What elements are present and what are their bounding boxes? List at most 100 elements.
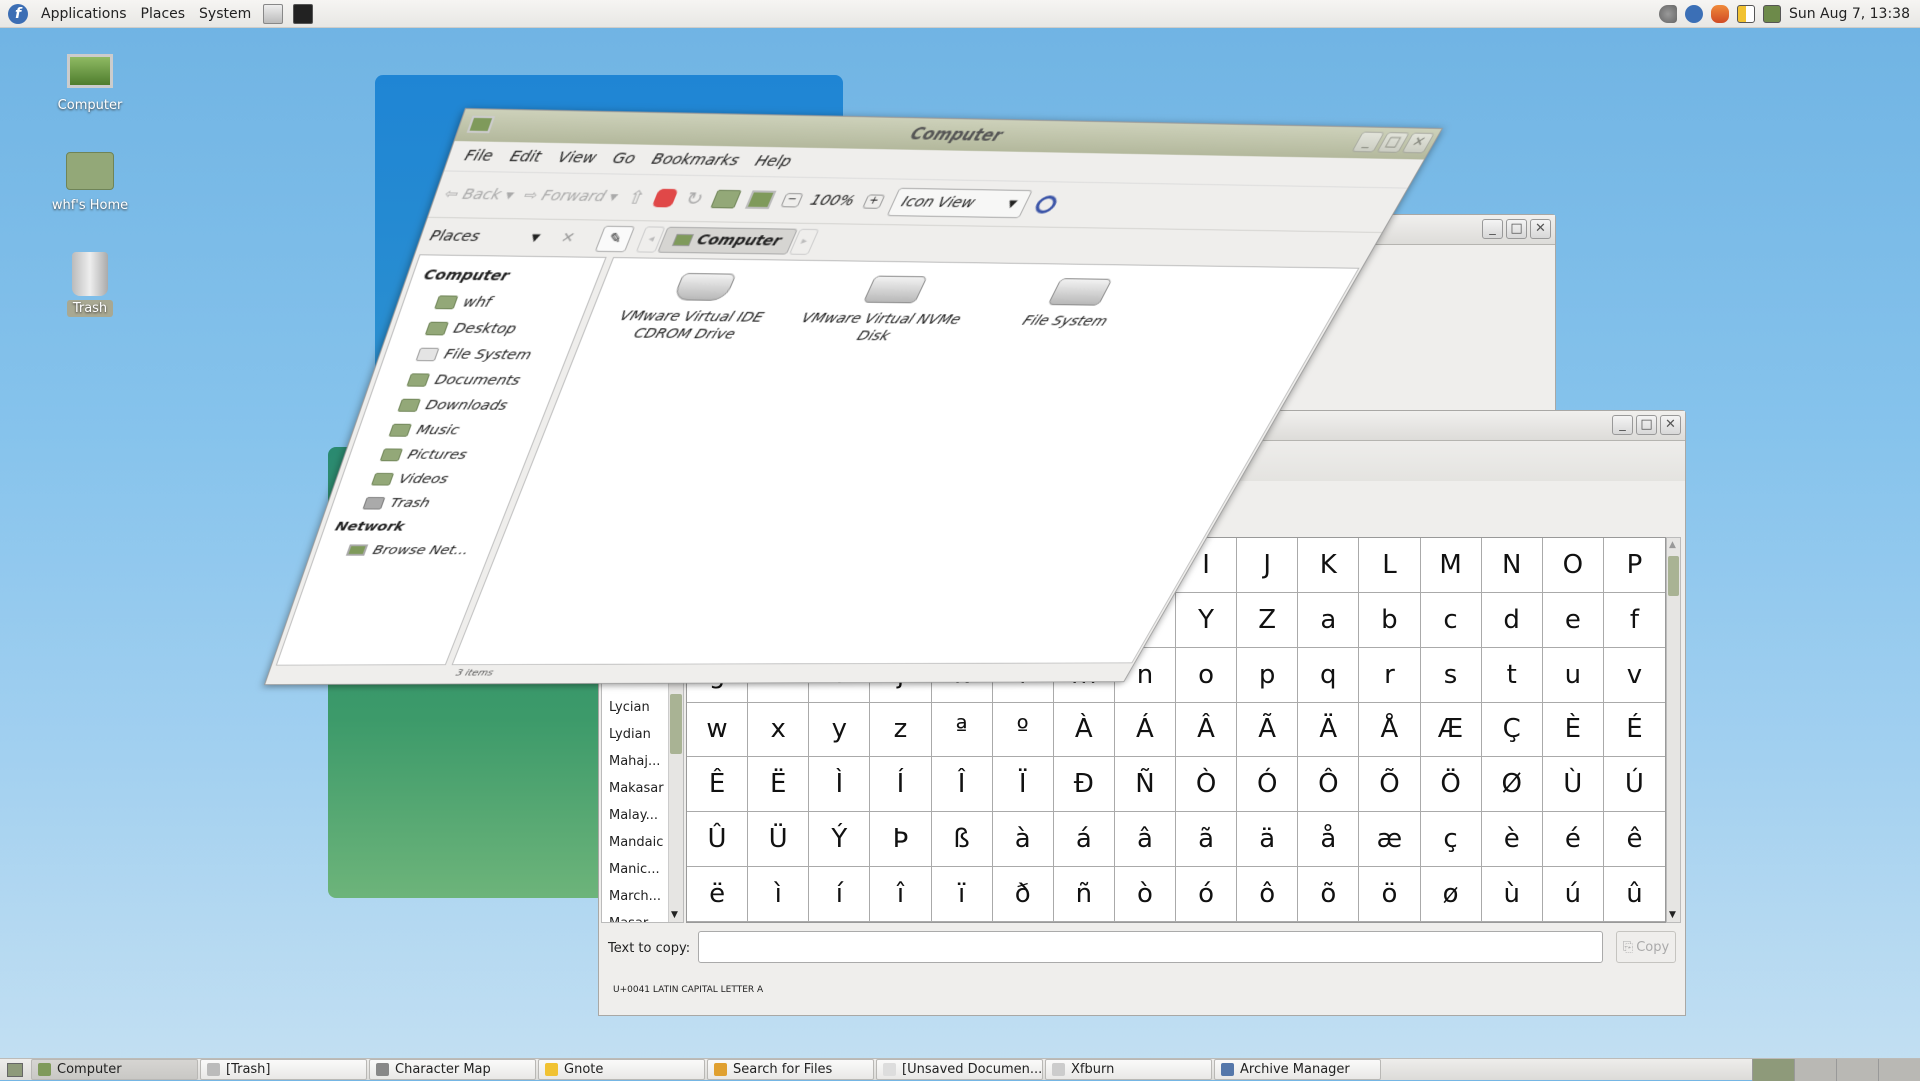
character-cell[interactable]: Á [1115, 703, 1176, 758]
character-cell[interactable]: Ù [1543, 757, 1604, 812]
menu-view[interactable]: View [548, 147, 606, 169]
character-cell[interactable]: Å [1359, 703, 1420, 758]
character-cell[interactable]: Ë [748, 757, 809, 812]
up-arrow-icon[interactable]: ⇧ [624, 187, 649, 209]
menu-edit[interactable]: Edit [500, 146, 551, 168]
character-cell[interactable]: J [1237, 538, 1298, 593]
menu-go[interactable]: Go [603, 148, 646, 169]
scrollbar-thumb[interactable] [1668, 556, 1679, 596]
file-item-nvme[interactable]: VMware Virtual NVMe Disk [786, 275, 985, 346]
bluetooth-icon[interactable] [1685, 5, 1703, 23]
zoom-in-icon[interactable]: + [862, 194, 886, 208]
maximize-button[interactable]: □ [1636, 415, 1657, 435]
edit-location-button[interactable]: ✎ [595, 226, 636, 253]
menu-help[interactable]: Help [745, 151, 802, 173]
character-cell[interactable]: Í [870, 757, 931, 812]
character-cell[interactable]: í [809, 867, 870, 922]
forward-button[interactable]: ⇨ Forward ▾ [521, 188, 620, 206]
file-cabinet-icon[interactable] [263, 4, 283, 24]
character-cell[interactable]: Ô [1298, 757, 1359, 812]
volume-icon[interactable] [1659, 5, 1677, 23]
character-cell[interactable]: À [1054, 703, 1115, 758]
file-item-filesystem[interactable]: File System [979, 277, 1170, 331]
taskbar-button[interactable]: [Unsaved Documen... [876, 1059, 1043, 1080]
character-cell[interactable]: Â [1176, 703, 1237, 758]
character-cell[interactable]: É [1604, 703, 1665, 758]
character-cell[interactable]: Ã [1237, 703, 1298, 758]
sidebar-item-whf[interactable]: whf [400, 288, 593, 317]
grid-scrollbar[interactable]: ▲ ▼ [1666, 537, 1681, 923]
character-cell[interactable]: Þ [870, 812, 931, 867]
scroll-down-arrow-icon[interactable]: ▼ [1669, 910, 1676, 920]
character-cell[interactable]: Ü [748, 812, 809, 867]
character-cell[interactable]: ê [1604, 812, 1665, 867]
search-icon[interactable] [1032, 195, 1060, 213]
scroll-up-arrow-icon[interactable]: ▲ [1669, 540, 1676, 550]
close-button[interactable]: ✕ [1660, 415, 1681, 435]
network-icon[interactable] [1763, 5, 1781, 23]
character-cell[interactable]: Ï [993, 757, 1054, 812]
maximize-button[interactable]: □ [1506, 219, 1527, 239]
character-cell[interactable]: Ä [1298, 703, 1359, 758]
character-cell[interactable]: ì [748, 867, 809, 922]
character-cell[interactable]: t [1482, 648, 1543, 703]
character-cell[interactable]: ï [932, 867, 993, 922]
places-menu[interactable]: Places [134, 6, 193, 22]
path-button-computer[interactable]: Computer [658, 227, 798, 255]
character-cell[interactable]: Ç [1482, 703, 1543, 758]
character-cell[interactable]: ù [1482, 867, 1543, 922]
character-cell[interactable]: ñ [1054, 867, 1115, 922]
character-cell[interactable]: Ñ [1115, 757, 1176, 812]
character-cell[interactable]: Î [932, 757, 993, 812]
character-cell[interactable]: a [1298, 593, 1359, 648]
workspace-2[interactable] [1794, 1059, 1836, 1081]
back-button[interactable]: ⇦ Back ▾ [442, 186, 516, 204]
character-cell[interactable]: o [1176, 648, 1237, 703]
character-cell[interactable]: ð [993, 867, 1054, 922]
character-cell[interactable]: æ [1359, 812, 1420, 867]
applications-menu[interactable]: Applications [34, 6, 134, 22]
minimize-button[interactable]: _ [1612, 415, 1633, 435]
character-cell[interactable]: K [1298, 538, 1359, 593]
character-cell[interactable]: d [1482, 593, 1543, 648]
sidebar-item-videos[interactable]: Videos [338, 466, 523, 491]
character-cell[interactable]: w [687, 703, 748, 758]
character-cell[interactable]: Õ [1359, 757, 1420, 812]
minimize-button[interactable]: _ [1482, 219, 1503, 239]
character-cell[interactable]: á [1054, 812, 1115, 867]
character-cell[interactable]: ß [932, 812, 993, 867]
character-cell[interactable]: Æ [1421, 703, 1482, 758]
desktop-icon-home[interactable]: whf's Home [35, 152, 145, 213]
scroll-down-arrow-icon[interactable]: ▼ [671, 910, 678, 920]
fedora-logo-icon[interactable]: f [8, 4, 28, 24]
character-cell[interactable]: x [748, 703, 809, 758]
character-cell[interactable]: L [1359, 538, 1420, 593]
character-cell[interactable]: ô [1237, 867, 1298, 922]
character-cell[interactable]: û [1604, 867, 1665, 922]
character-cell[interactable]: à [993, 812, 1054, 867]
character-cell[interactable]: s [1421, 648, 1482, 703]
character-cell[interactable]: È [1543, 703, 1604, 758]
taskbar-button[interactable]: Xfburn [1045, 1059, 1212, 1080]
character-cell[interactable]: î [870, 867, 931, 922]
computer-icon[interactable] [744, 190, 776, 209]
clock[interactable]: Sun Aug 7, 13:38 [1789, 6, 1910, 22]
sidebar-item-music[interactable]: Music [355, 417, 542, 443]
sidebar-item-trash[interactable]: Trash [330, 491, 514, 516]
character-cell[interactable]: Ì [809, 757, 870, 812]
keyboard-indicator-icon[interactable] [1737, 5, 1755, 23]
close-sidebar-icon[interactable]: ✕ [558, 230, 577, 246]
character-cell[interactable]: Ê [687, 757, 748, 812]
taskbar-button[interactable]: Character Map [369, 1059, 536, 1080]
taskbar-button[interactable]: Computer [31, 1059, 198, 1080]
character-cell[interactable]: å [1298, 812, 1359, 867]
character-cell[interactable]: Ò [1176, 757, 1237, 812]
character-cell[interactable]: Ð [1054, 757, 1115, 812]
scrollbar-thumb[interactable] [670, 694, 682, 754]
character-cell[interactable]: ã [1176, 812, 1237, 867]
character-cell[interactable]: ø [1421, 867, 1482, 922]
desktop-icon-computer[interactable]: Computer [35, 50, 145, 113]
character-cell[interactable]: ä [1237, 812, 1298, 867]
desktop-icon-trash[interactable]: Trash [35, 252, 145, 317]
character-cell[interactable]: p [1237, 648, 1298, 703]
